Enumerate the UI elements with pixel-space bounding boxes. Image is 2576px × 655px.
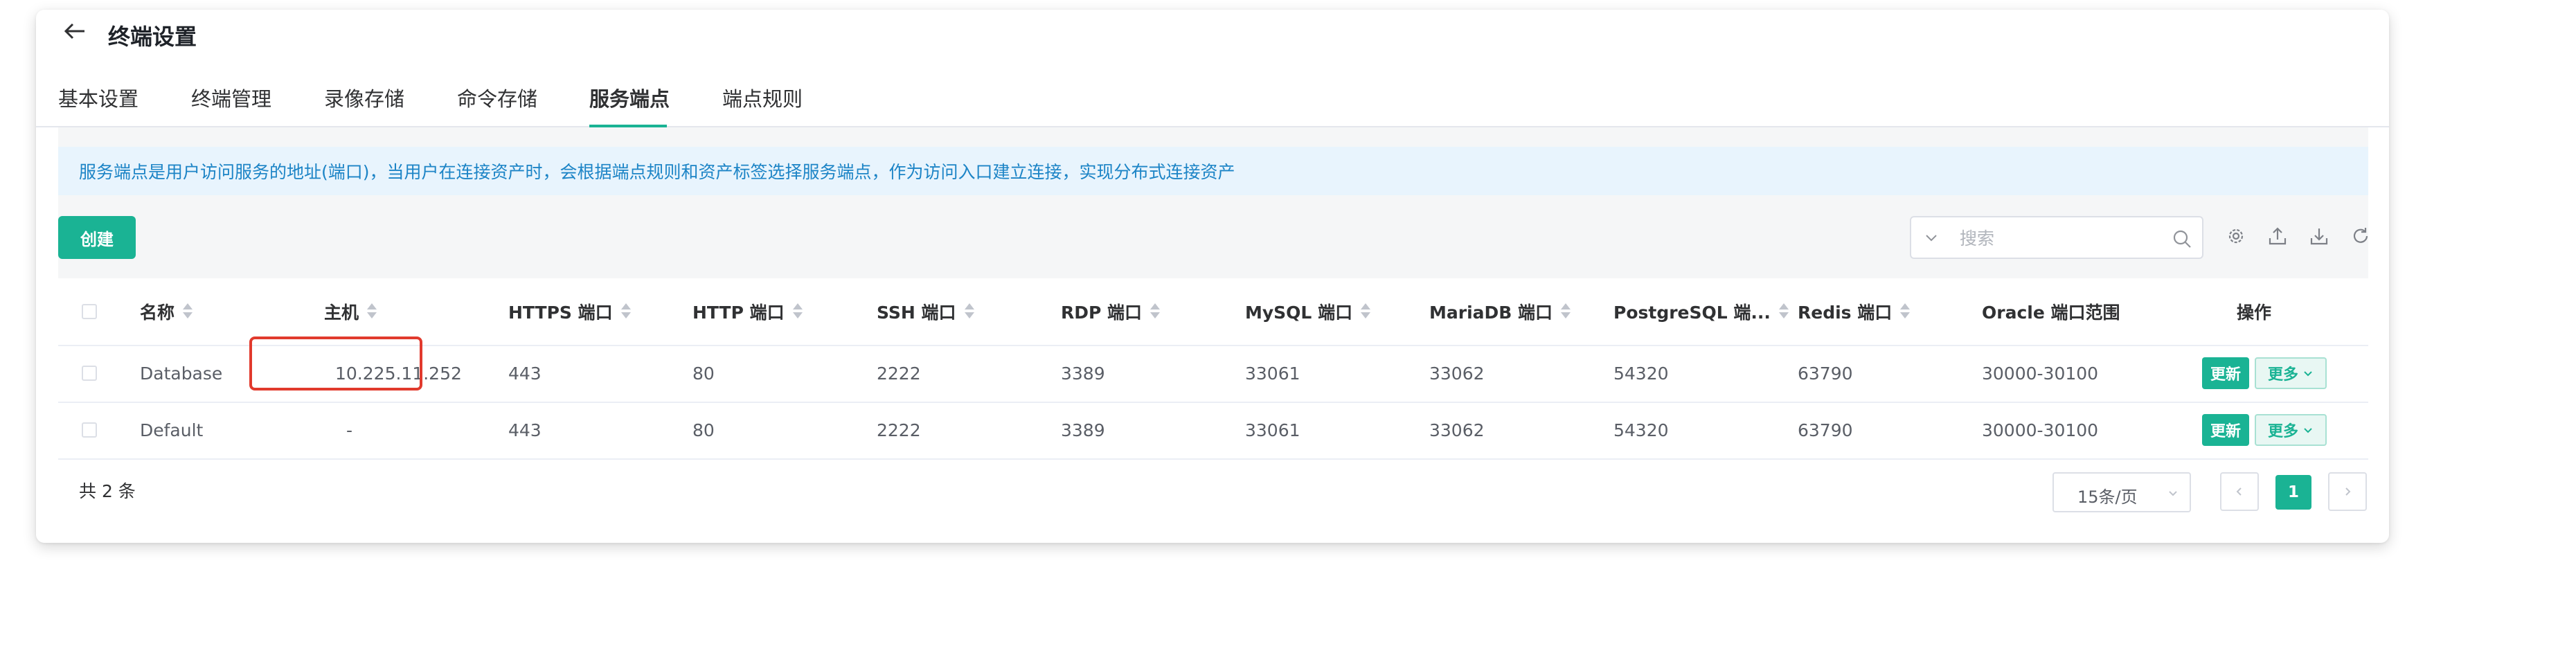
update-button[interactable]: 更新 (2202, 357, 2249, 389)
sort-icon[interactable] (1778, 302, 1790, 321)
cell-oracle-port-range: 30000-30100 (1982, 363, 2099, 384)
info-alert: 服务端点是用户访问服务的地址(端口)，当用户在连接资产时，会根据端点规则和资产标… (58, 147, 2368, 195)
chevron-right-icon (2345, 487, 2351, 496)
sort-icon[interactable] (963, 302, 976, 321)
page-size-select[interactable]: 15条/页 (2052, 472, 2191, 512)
column-header-http[interactable]: HTTP 端口 (692, 278, 804, 345)
page-number-current[interactable]: 1 (2275, 475, 2311, 510)
chevron-left-icon (2236, 487, 2242, 496)
page-title: 终端设置 (108, 24, 197, 50)
sort-icon[interactable] (791, 302, 804, 321)
column-header-ssh[interactable]: SSH 端口 (877, 278, 976, 345)
next-page-button[interactable] (2328, 472, 2367, 511)
endpoints-table: 名称 主机 HTTPS 端口 HTTP 端口 SSH 端口 RDP 端口 MyS… (58, 278, 2368, 543)
table-footer: 共 2 条 15条/页 1 (58, 450, 2368, 533)
sort-icon[interactable] (1359, 302, 1372, 321)
title-bar: 终端设置 (36, 10, 2389, 53)
cell-rdp-port: 3389 (1061, 363, 1105, 384)
endpoint-settings-panel: 终端设置 基本设置 终端管理 录像存储 命令存储 服务端点 端点规则 服务端点是… (36, 10, 2389, 543)
cell-name: Database (140, 363, 223, 384)
tab-terminal-management[interactable]: 终端管理 (191, 83, 271, 112)
tab-endpoint-rules[interactable]: 端点规则 (722, 83, 803, 112)
settings-tabs: 基本设置 终端管理 录像存储 命令存储 服务端点 端点规则 (36, 76, 2389, 127)
more-label: 更多 (2267, 423, 2298, 440)
select-all-checkbox[interactable] (82, 304, 97, 319)
tab-basic-settings[interactable]: 基本设置 (58, 83, 138, 112)
cell-ssh-port: 2222 (877, 363, 921, 384)
sort-icon[interactable] (366, 302, 378, 321)
settings-icon[interactable] (2226, 226, 2246, 246)
more-label: 更多 (2267, 366, 2298, 384)
row-checkbox[interactable] (82, 422, 97, 438)
update-button[interactable]: 更新 (2202, 414, 2249, 446)
download-icon[interactable] (2309, 226, 2329, 246)
search-box[interactable] (1910, 216, 2203, 259)
sort-icon[interactable] (620, 302, 632, 321)
column-header-oracle: Oracle 端口范围 (1982, 303, 2120, 323)
row-checkbox-cell (82, 345, 97, 402)
table-row: Database 10.225.11.252 443 80 2222 3389 … (58, 345, 2368, 403)
row-checkbox[interactable] (82, 366, 97, 381)
content-area: 服务端点是用户访问服务的地址(端口)，当用户在连接资产时，会根据端点规则和资产标… (58, 127, 2368, 543)
tab-command-storage[interactable]: 命令存储 (457, 83, 537, 112)
chevron-down-icon (2304, 428, 2312, 433)
sort-icon[interactable] (181, 302, 194, 321)
search-input[interactable] (1958, 224, 2155, 252)
column-header-mysql[interactable]: MySQL 端口 (1245, 278, 1372, 345)
create-button[interactable]: 创建 (58, 216, 136, 259)
cell-host: 10.225.11.252 (335, 363, 462, 384)
column-header-mariadb[interactable]: MariaDB 端口 (1429, 278, 1572, 345)
cell-mysql-port: 33061 (1245, 363, 1300, 384)
column-header-actions: 操作 (2236, 303, 2271, 323)
cell-https-port: 443 (508, 363, 542, 384)
prev-page-button[interactable] (2220, 472, 2259, 511)
back-arrow-icon[interactable] (62, 21, 87, 42)
column-header-rdp[interactable]: RDP 端口 (1061, 278, 1161, 345)
column-header-postgresql[interactable]: PostgreSQL 端... (1613, 278, 1790, 345)
column-header-host[interactable]: 主机 (324, 278, 378, 345)
refresh-icon[interactable] (2350, 226, 2371, 246)
cell-postgresql-port: 54320 (1613, 363, 1669, 384)
cell-redis-port: 63790 (1798, 363, 1853, 384)
select-all-checkbox-cell (82, 278, 97, 345)
table-header: 名称 主机 HTTPS 端口 HTTP 端口 SSH 端口 RDP 端口 MyS… (58, 278, 2368, 346)
tab-endpoints[interactable]: 服务端点 (589, 83, 670, 112)
tab-replay-storage[interactable]: 录像存储 (324, 83, 404, 112)
sort-icon[interactable] (1899, 302, 1911, 321)
chevron-down-icon[interactable] (1924, 230, 1939, 245)
total-count: 共 2 条 (79, 481, 136, 501)
more-dropdown-button[interactable]: 更多 (2255, 357, 2327, 389)
cell-http-port: 80 (692, 363, 715, 384)
chevron-down-icon (2304, 371, 2312, 377)
more-dropdown-button[interactable]: 更多 (2255, 414, 2327, 446)
upload-icon[interactable] (2267, 226, 2288, 246)
column-header-redis[interactable]: Redis 端口 (1798, 278, 1911, 345)
cell-mariadb-port: 33062 (1429, 363, 1485, 384)
column-header-https[interactable]: HTTPS 端口 (508, 278, 632, 345)
search-icon[interactable] (2172, 228, 2192, 249)
row-actions: 更新 更多 (2202, 345, 2327, 402)
column-header-name[interactable]: 名称 (140, 278, 194, 345)
sort-icon[interactable] (1149, 302, 1161, 321)
sort-icon[interactable] (1559, 302, 1572, 321)
chevron-down-icon (2169, 491, 2177, 496)
page-size-label: 15条/页 (2077, 487, 2138, 507)
